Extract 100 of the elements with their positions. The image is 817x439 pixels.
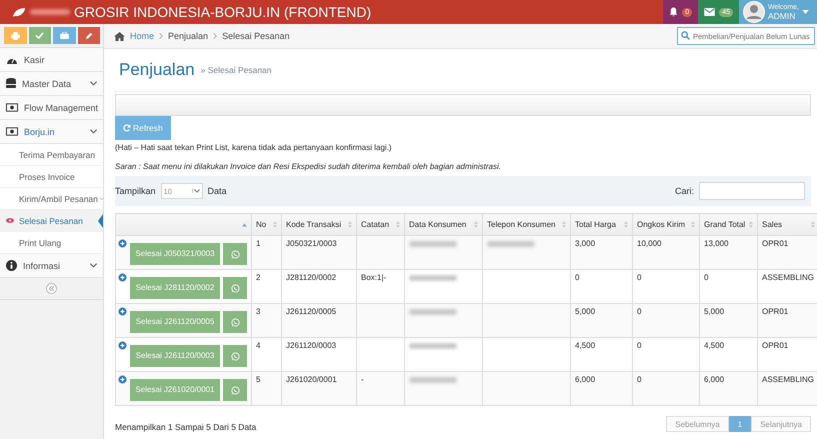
whatsapp-button[interactable] — [223, 379, 247, 401]
table-cell: 5 — [256, 375, 260, 384]
column-title: Telepon Konsumen — [487, 220, 556, 229]
table-cell: OPR01 — [762, 307, 788, 316]
column-header[interactable]: Total Harga — [570, 214, 632, 236]
breadcrumb-link[interactable]: Penjualan — [168, 31, 208, 41]
chevron-down-icon — [90, 129, 97, 134]
caret-icon — [802, 10, 809, 14]
table-cell: 4 — [256, 341, 260, 350]
whatsapp-button[interactable] — [223, 243, 247, 265]
table-cell: 5,000 — [704, 307, 724, 316]
column-header[interactable]: Data Konsumen — [404, 214, 482, 236]
money-icon — [6, 103, 18, 112]
collapse-sidebar-icon[interactable] — [46, 283, 57, 294]
column-header[interactable]: Catatan — [356, 214, 404, 236]
table-info-text: Menampilkan 1 Sampai 5 Dari 5 Data — [115, 422, 256, 432]
refresh-icon — [123, 124, 131, 132]
leaf-icon — [12, 6, 26, 18]
table-cell: J281120/0002 — [286, 273, 336, 282]
table-cell: 6,000 — [575, 375, 596, 384]
expand-row-icon[interactable] — [118, 239, 127, 248]
active-pointer-icon — [98, 214, 103, 228]
chevron-down-icon — [192, 189, 200, 193]
user-name: ADMIN — [768, 12, 796, 21]
filter-input[interactable] — [699, 182, 805, 200]
briefcase-shortcut-button[interactable] — [53, 27, 76, 44]
sidebar-item-label: Kasir — [24, 54, 46, 64]
breadcrumb-link[interactable]: Home — [130, 31, 154, 41]
sidebar-subitem-label: Terima Pembayaran — [19, 150, 96, 160]
info-icon — [6, 260, 17, 271]
column-header[interactable]: Grand Total — [700, 214, 758, 236]
table-cell: 4,500 — [704, 341, 724, 350]
whatsapp-button[interactable] — [223, 277, 247, 299]
suggestion-text: Saran : Saat menu ini dilakukan Invoice dan Resi Ekspedisi sudah diterima kembali oleh bagian administrasi. — [115, 161, 502, 172]
page-title: Penjualan — [119, 60, 195, 80]
phone-bubble-icon — [230, 318, 240, 326]
column-header[interactable]: Kode Transaksi — [282, 214, 356, 236]
column-title: Data Konsumen — [409, 220, 466, 229]
table-cell: ASSEMBLING — [762, 375, 814, 384]
briefcase-icon — [60, 32, 69, 39]
table-cell: OPR01 — [762, 341, 788, 350]
column-title: Ongkos Kirim — [637, 220, 686, 229]
table-cell: 0 — [637, 375, 642, 384]
table-cell: 5,000 — [575, 307, 596, 316]
phone-bubble-icon — [230, 386, 240, 394]
table-cell: 4,500 — [575, 341, 596, 350]
chevron-right-icon — [159, 33, 164, 39]
pencil-shortcut-button[interactable] — [78, 27, 100, 44]
expand-row-icon[interactable] — [118, 341, 127, 350]
sidebar-item[interactable]: Informasi — [0, 254, 103, 278]
table-cell: 2 — [256, 273, 260, 282]
print-shortcut-button[interactable] — [4, 27, 26, 44]
sidebar-subitem[interactable]: Kirim/Ambil Pesanan — [0, 188, 103, 210]
sidebar-subitem-label: Kirim/Ambil Pesanan — [19, 194, 98, 204]
chevron-down-icon — [90, 81, 97, 86]
table-cell: J050321/0003 — [286, 239, 337, 248]
column-header[interactable]: Telepon Konsumen — [482, 214, 570, 236]
whatsapp-button[interactable] — [223, 345, 247, 367]
printer-icon — [10, 32, 20, 40]
column-header[interactable]: No — [252, 214, 282, 236]
sidebar-item-label: Borju.in — [24, 126, 56, 136]
pencil-icon — [84, 32, 93, 40]
check-shortcut-button[interactable] — [28, 27, 51, 44]
expand-row-icon[interactable] — [118, 273, 127, 282]
column-header[interactable]: Ongkos Kirim — [632, 214, 700, 236]
column-title: No — [256, 220, 266, 229]
sidebar-subitem-label: Print Ulang — [19, 238, 62, 248]
sidebar-item[interactable]: Borju.in — [0, 120, 103, 144]
money-icon — [6, 127, 18, 136]
column-header[interactable]: Sales — [758, 214, 817, 236]
sort-icon — [749, 221, 753, 228]
sort-ascending-icon — [242, 222, 247, 226]
sidebar-item-label: Master Data — [22, 78, 72, 88]
sidebar-item[interactable]: Master Data — [0, 72, 103, 96]
table-cell: 0 — [704, 273, 708, 282]
sidebar-subitem-label: Proses Invoice — [19, 172, 75, 182]
table-cell: 13,000 — [704, 239, 728, 248]
table-cell: 1 — [256, 239, 260, 248]
sort-icon — [396, 221, 400, 228]
sidebar-subitem[interactable]: Proses Invoice — [0, 166, 103, 188]
sort-icon — [474, 221, 478, 228]
sidebar-subitem[interactable]: Print Ulang — [0, 232, 103, 254]
table-cell: 3,000 — [575, 239, 596, 248]
sort-icon — [624, 221, 628, 228]
whatsapp-button[interactable] — [223, 311, 247, 333]
expand-row-icon[interactable] — [118, 375, 127, 384]
check-icon — [35, 32, 44, 39]
expand-row-icon[interactable] — [118, 307, 127, 316]
sort-icon — [562, 221, 566, 228]
sidebar-item[interactable]: Kasir — [0, 48, 103, 72]
length-label: Data — [208, 186, 227, 196]
phone-bubble-icon — [230, 352, 240, 360]
warning-text: (Hati – Hati saat tekan Print List, karena tidak ada pertanyaan konfirmasi lagi.) — [115, 142, 393, 153]
sort-icon — [348, 221, 352, 228]
sidebar-item[interactable]: Flow Management — [0, 96, 103, 120]
home-icon — [114, 32, 125, 40]
table-cell: 10,000 — [637, 239, 662, 248]
table-cell: J261120/0005 — [286, 307, 336, 316]
sort-icon — [691, 221, 695, 228]
sidebar-subitem[interactable]: Terima Pembayaran — [0, 144, 103, 166]
